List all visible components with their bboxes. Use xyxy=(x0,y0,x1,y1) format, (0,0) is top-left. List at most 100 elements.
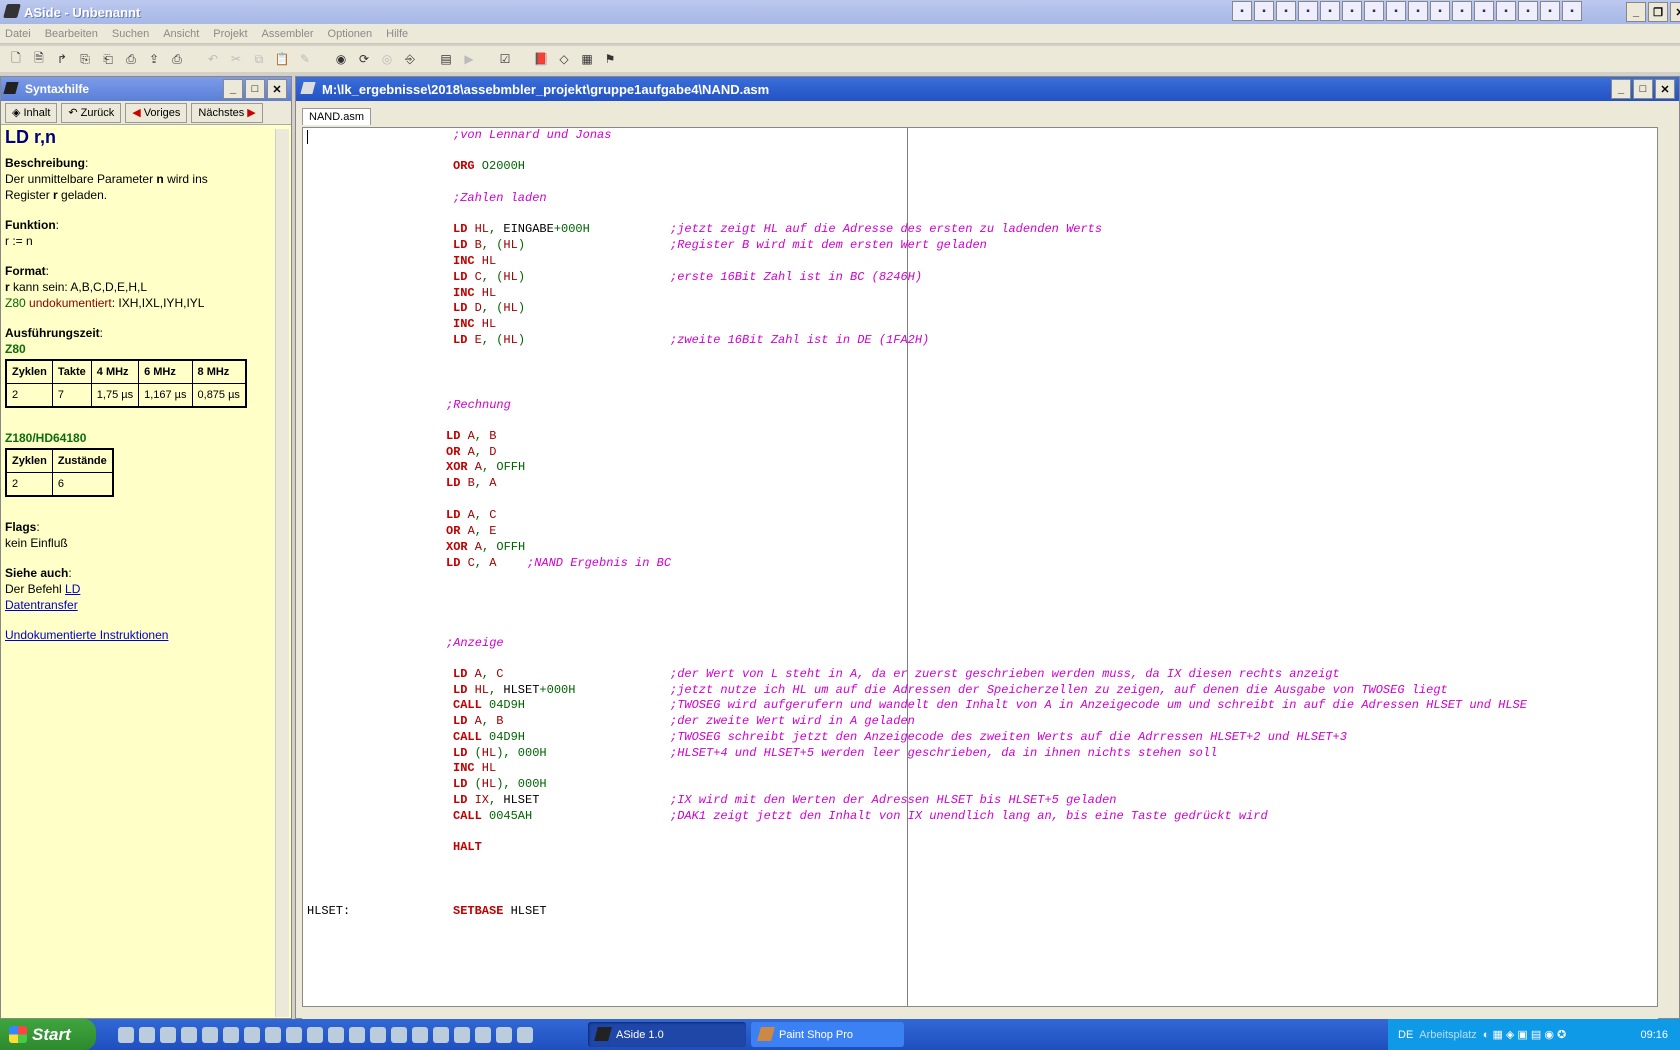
menu-item[interactable]: Datei xyxy=(5,28,31,40)
contents-icon: ◈ xyxy=(12,107,21,119)
panel-maximize-icon[interactable]: □ xyxy=(245,79,265,99)
run-icon[interactable]: ▶ xyxy=(459,49,479,69)
app-shortcut-icon[interactable]: ▪ xyxy=(1364,1,1384,21)
menu-item[interactable]: Assembler xyxy=(262,28,314,40)
close-icon[interactable]: ✕ xyxy=(1670,2,1680,22)
task-paint-shop-pro[interactable]: Paint Shop Pro xyxy=(751,1022,904,1047)
minimize-icon[interactable]: _ xyxy=(1626,2,1646,22)
open-icon[interactable]: ↱ xyxy=(52,49,72,69)
app-shortcut-icon[interactable]: ▪ xyxy=(1408,1,1428,21)
z80-label: Z80 xyxy=(5,342,26,356)
start-button[interactable]: Start xyxy=(0,1019,96,1050)
undok-instruktionen-link[interactable]: Undokumentierte Instruktionen xyxy=(5,628,168,642)
quick-launch-icon[interactable] xyxy=(118,1026,134,1043)
datentransfer-link[interactable]: Datentransfer xyxy=(5,598,78,612)
quick-launch-icon[interactable] xyxy=(349,1026,365,1043)
language-indicator[interactable]: DE xyxy=(1398,1029,1413,1041)
menu-item[interactable]: Bearbeiten xyxy=(45,28,98,40)
quick-launch-icon[interactable] xyxy=(223,1026,239,1043)
task-aside[interactable]: ASide 1.0 xyxy=(588,1022,746,1047)
menu-item[interactable]: Suchen xyxy=(112,28,149,40)
check-icon[interactable]: ☑ xyxy=(495,49,515,69)
quick-launch-icon[interactable] xyxy=(496,1026,512,1043)
menu-item[interactable]: Optionen xyxy=(328,28,373,40)
quick-launch-icon[interactable] xyxy=(139,1026,155,1043)
save-icon[interactable]: ⎗ xyxy=(98,49,118,69)
menu-item[interactable]: Ansicht xyxy=(163,28,199,40)
new-file-icon[interactable]: 🗋 xyxy=(6,49,26,69)
app-shortcut-icon[interactable]: ▪ xyxy=(1276,1,1296,21)
assemble-icon[interactable]: ▤ xyxy=(436,49,456,69)
help-context-icon[interactable]: ⚑ xyxy=(600,49,620,69)
book-icon[interactable]: 📕 xyxy=(531,49,551,69)
cut-icon[interactable]: ✂ xyxy=(226,49,246,69)
quick-launch-icon[interactable] xyxy=(160,1026,176,1043)
print-icon[interactable]: ⎙ xyxy=(167,49,187,69)
quick-launch-icon[interactable] xyxy=(370,1026,386,1043)
save-all-icon[interactable]: ⎙ xyxy=(121,49,141,69)
menu-item[interactable]: Hilfe xyxy=(386,28,408,40)
operand: (HL), 000H xyxy=(467,777,547,791)
zurueck-button[interactable]: ↶ Zurück xyxy=(61,102,122,123)
edit-icon[interactable]: ✎ xyxy=(295,49,315,69)
app-shortcut-icon[interactable]: ▪ xyxy=(1540,1,1560,21)
copy-icon[interactable]: ⧉ xyxy=(249,49,269,69)
new-doc-icon[interactable]: 🗎 xyxy=(29,49,49,69)
quick-launch-icon[interactable] xyxy=(244,1026,260,1043)
quick-launch-icon[interactable] xyxy=(202,1026,218,1043)
tab-nand-asm[interactable]: NAND.asm xyxy=(302,108,372,125)
quick-launch-icon[interactable] xyxy=(286,1026,302,1043)
replace-icon[interactable]: ⟳ xyxy=(354,49,374,69)
aside-icon xyxy=(594,1027,612,1041)
app-shortcut-icon[interactable]: ▪ xyxy=(1562,1,1582,21)
voriges-button[interactable]: ◀ Voriges xyxy=(125,102,188,123)
help-index-icon[interactable]: ▦ xyxy=(577,49,597,69)
quick-launch-icon[interactable] xyxy=(475,1026,491,1043)
app-shortcut-icon[interactable]: ▪ xyxy=(1342,1,1362,21)
arbeitsplatz-label[interactable]: Arbeitsplatz xyxy=(1419,1029,1476,1041)
app-shortcut-icon[interactable]: ▪ xyxy=(1496,1,1516,21)
panel-close-icon[interactable]: ✕ xyxy=(267,79,287,99)
quick-launch-icon[interactable] xyxy=(265,1026,281,1043)
editor-vertical-scrollbar[interactable] xyxy=(1660,127,1677,1007)
ld-link[interactable]: LD xyxy=(65,582,80,596)
find-next-icon[interactable]: ◎ xyxy=(377,49,397,69)
export-icon[interactable]: ⇪ xyxy=(144,49,164,69)
operand: A, C xyxy=(467,508,497,522)
quick-launch-icon[interactable] xyxy=(412,1026,428,1043)
menu-item[interactable]: Projekt xyxy=(213,28,247,40)
undo-icon[interactable]: ↶ xyxy=(203,49,223,69)
app-shortcut-icon[interactable]: ▪ xyxy=(1518,1,1538,21)
find-icon[interactable]: ◉ xyxy=(331,49,351,69)
editor-maximize-icon[interactable]: □ xyxy=(1633,79,1653,99)
code-editor[interactable]: ;von Lennard und Jonas ORG O2000H ;Zahlen … xyxy=(302,127,1658,1007)
panel-minimize-icon[interactable]: _ xyxy=(223,79,243,99)
quick-launch-icon[interactable] xyxy=(517,1026,533,1043)
quick-launch-icon[interactable] xyxy=(307,1026,323,1043)
editor-horizontal-scrollbar[interactable] xyxy=(302,1007,1658,1019)
app-shortcut-icon[interactable]: ▪ xyxy=(1298,1,1318,21)
syntax-help-panel: Syntaxhilfe _ □ ✕ ◈ Inhalt ↶ Zurück ◀ Vorig… xyxy=(0,76,292,1019)
naechstes-button[interactable]: Nächstes ▶ xyxy=(191,102,263,123)
restore-icon[interactable]: ❐ xyxy=(1648,2,1668,22)
app-shortcut-icon[interactable]: ▪ xyxy=(1474,1,1494,21)
app-shortcut-icon[interactable]: ▪ xyxy=(1232,1,1252,21)
quick-launch-icon[interactable] xyxy=(391,1026,407,1043)
quick-launch-icon[interactable] xyxy=(328,1026,344,1043)
goto-icon[interactable]: ⎆ xyxy=(400,49,420,69)
help-scrollbar[interactable] xyxy=(275,129,289,1017)
eraser-icon[interactable]: ◇ xyxy=(554,49,574,69)
editor-close-icon[interactable]: ✕ xyxy=(1655,79,1675,99)
quick-launch-icon[interactable] xyxy=(433,1026,449,1043)
app-shortcut-icon[interactable]: ▪ xyxy=(1320,1,1340,21)
app-shortcut-icon[interactable]: ▪ xyxy=(1430,1,1450,21)
open-project-icon[interactable]: ⎘ xyxy=(75,49,95,69)
inhalt-button[interactable]: ◈ Inhalt xyxy=(5,102,58,123)
quick-launch-icon[interactable] xyxy=(181,1026,197,1043)
app-shortcut-icon[interactable]: ▪ xyxy=(1452,1,1472,21)
paste-icon[interactable]: 📋 xyxy=(272,49,292,69)
quick-launch-icon[interactable] xyxy=(454,1026,470,1043)
app-shortcut-icon[interactable]: ▪ xyxy=(1386,1,1406,21)
app-shortcut-icon[interactable]: ▪ xyxy=(1254,1,1274,21)
editor-minimize-icon[interactable]: _ xyxy=(1611,79,1631,99)
